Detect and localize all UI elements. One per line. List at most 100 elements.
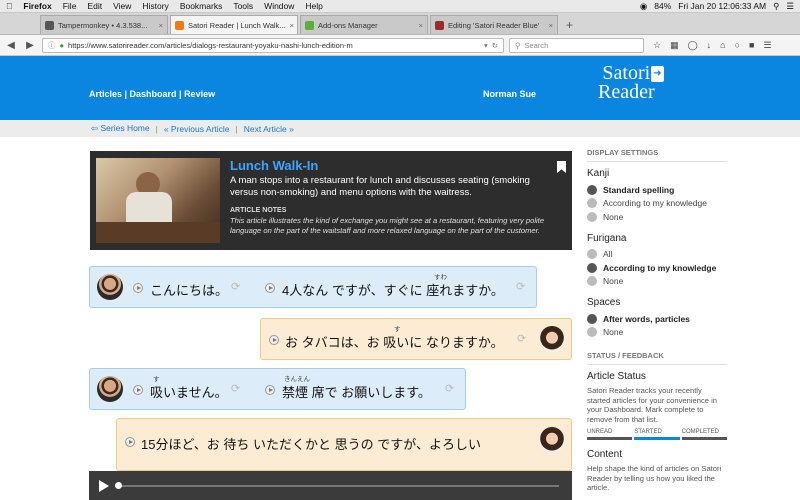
kanji-option-none[interactable]: None [587,210,727,224]
radio-dot-icon [587,184,597,195]
dropdown-icon[interactable]: ▾ [484,41,488,50]
previous-article-link[interactable]: « Previous Article [164,124,230,134]
satori-reader-logo[interactable]: Satori Reader ➜ [598,63,664,103]
wifi-icon[interactable]: ◉ [640,1,647,12]
replay-icon[interactable]: ⟳ [231,282,240,293]
new-tab-button[interactable]: + [560,18,579,34]
battery-label[interactable]: 84% [654,1,671,11]
tab-tampermonkey[interactable]: Tampermonkey • 4.3.538... × [40,15,168,34]
tab-title: Tampermonkey • 4.3.538... [58,20,148,30]
play-audio-icon[interactable] [269,335,279,345]
status-label: UNREAD [587,429,613,435]
bookmark-icon[interactable] [557,161,566,173]
audio-progress-track[interactable] [119,485,559,487]
puzzle-icon [305,20,314,30]
furigana-option-all[interactable]: All [587,248,727,262]
option-label: None [603,276,624,287]
close-icon[interactable]: × [419,21,423,30]
status-unread[interactable]: UNREAD [587,429,633,440]
menu-tools[interactable]: Tools [233,1,253,11]
sentence-text[interactable]: お タバコは、お 吸いに なりますか。 [285,332,504,351]
menu-bookmarks[interactable]: Bookmarks [180,1,223,11]
tab-editing-style[interactable]: Editing 'Satori Reader Blue' × [430,15,558,34]
user-name[interactable]: Norman Sue [483,89,536,99]
sentence-text[interactable]: 15分ほど、お 待ち いただくかと 思うの ですが、よろしい [141,434,481,453]
next-article-link[interactable]: Next Article » [244,124,294,134]
apple-icon[interactable]:  [6,1,12,11]
logo-line-2: Reader [598,81,655,103]
search-input[interactable]: ⚲ Search [509,37,644,53]
waitress-avatar [539,326,565,352]
article-status-selector[interactable]: UNREAD STARTED COMPLETED [587,429,727,440]
clock[interactable]: Fri Jan 20 12:06:33 AM [678,1,766,11]
content-heading: Content [587,449,623,460]
play-audio-icon[interactable] [265,385,275,395]
replay-icon[interactable]: ⟳ [231,384,240,395]
sync-icon[interactable]: ○ [735,40,740,51]
radio-dot-icon [587,249,597,260]
sentence-text[interactable]: 4人なん ですが、すぐに 座れますか。 [282,280,504,299]
customer-avatar [97,376,123,402]
spaces-option-after-words[interactable]: After words, particles [587,312,727,326]
replay-icon[interactable]: ⟳ [517,334,526,345]
play-audio-icon[interactable] [125,437,135,447]
menu-edit[interactable]: Edit [87,1,102,11]
radio-dot-icon [587,262,597,273]
article-subnav: ⇦ Series Home | « Previous Article | Nex… [0,120,800,137]
series-home-link[interactable]: ⇦ Series Home [91,123,150,134]
dialog-line-customer: す 吸いません。 ⟳ きんえん 禁煙 席で お願いします。 ⟳ [89,368,466,410]
url-text[interactable]: https://www.satorireader.com/articles/di… [68,41,353,50]
sentence-text[interactable]: こんにちは。 [150,280,228,299]
sentence-text[interactable]: 禁煙 席で お願いします。 [282,382,431,401]
play-icon[interactable] [99,480,109,492]
radio-dot-icon [587,211,597,222]
pocket-icon[interactable]: ◯ [688,40,698,51]
extension-icon[interactable]: ■ [749,40,754,51]
menu-file[interactable]: File [63,1,77,11]
close-icon[interactable]: × [290,21,294,30]
play-audio-icon[interactable] [133,385,143,395]
kanji-option-knowledge[interactable]: According to my knowledge [587,197,727,211]
main-nav-links[interactable]: Articles | Dashboard | Review [89,89,215,99]
furigana-option-knowledge[interactable]: According to my knowledge [587,261,727,275]
menu-firefox[interactable]: Firefox [23,1,51,11]
status-completed[interactable]: COMPLETED [681,429,727,440]
info-icon[interactable]: ⓘ [48,40,56,51]
menu-help[interactable]: Help [305,1,322,11]
home-icon[interactable]: ⌂ [720,40,725,51]
menu-history[interactable]: History [142,1,168,11]
close-icon[interactable]: × [549,21,553,30]
audio-progress-handle[interactable] [115,482,122,489]
menu-window[interactable]: Window [264,1,294,11]
spaces-option-none[interactable]: None [587,326,727,340]
bookmark-star-icon[interactable]: ☆ [653,40,661,51]
stylish-icon [435,20,444,30]
reading-list-icon[interactable]: ▦ [670,40,679,51]
list-icon[interactable]: ☰ [786,1,794,12]
play-audio-icon[interactable] [265,283,275,293]
forward-button[interactable]: ▶ [23,40,37,51]
logo-mark-icon: ➜ [651,66,664,82]
replay-icon[interactable]: ⟳ [445,384,454,395]
reload-icon[interactable]: ↻ [492,41,498,50]
tab-title: Satori Reader | Lunch Walk... [188,20,286,30]
url-bar[interactable]: ⓘ ● https://www.satorireader.com/article… [42,37,504,53]
satori-favicon-icon [175,20,184,30]
close-icon[interactable]: × [159,21,163,30]
option-label: According to my knowledge [603,198,707,209]
menu-view[interactable]: View [113,1,131,11]
menu-icon[interactable]: ☰ [763,40,771,51]
sentence-text[interactable]: 吸いません。 [150,382,228,401]
kanji-option-standard[interactable]: Standard spelling [587,183,727,197]
tab-satori-reader[interactable]: Satori Reader | Lunch Walk... × [170,15,298,34]
back-button[interactable]: ◀ [4,40,18,51]
radio-dot-icon [587,276,597,287]
search-icon[interactable]: ⚲ [773,1,779,12]
replay-icon[interactable]: ⟳ [516,282,525,293]
download-icon[interactable]: ↓ [707,40,712,51]
option-label: According to my knowledge [603,262,717,273]
furigana-option-none[interactable]: None [587,275,727,289]
tab-addons-manager[interactable]: Add-ons Manager × [300,15,428,34]
play-audio-icon[interactable] [133,283,143,293]
status-started[interactable]: STARTED [634,429,680,440]
